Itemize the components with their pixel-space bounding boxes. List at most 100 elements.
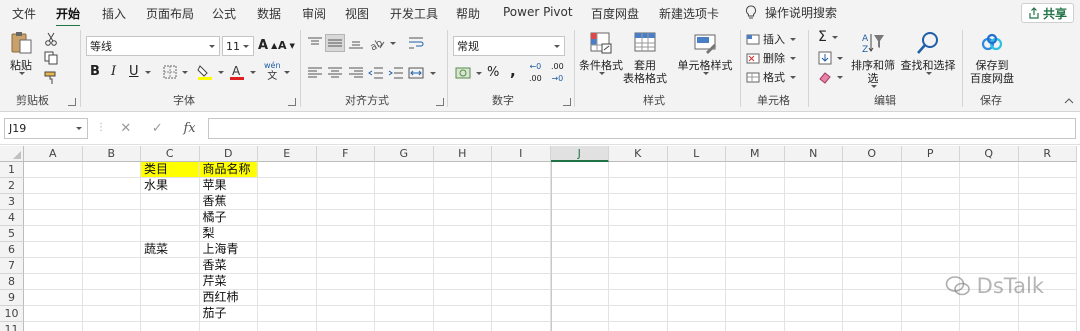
cell-k4[interactable]	[609, 210, 668, 226]
cell-i8[interactable]	[492, 274, 551, 290]
cell-e4[interactable]	[258, 210, 317, 226]
cell-q4[interactable]	[960, 210, 1019, 226]
insert-cells-button[interactable]: 插入	[746, 31, 796, 47]
wrap-text-icon[interactable]	[408, 36, 424, 50]
cell-e11[interactable]	[258, 322, 317, 331]
fill-button[interactable]	[818, 51, 843, 65]
cell-c10[interactable]	[141, 306, 200, 322]
cell-n4[interactable]	[784, 210, 843, 226]
column-header-e[interactable]: E	[258, 146, 317, 162]
cell-p2[interactable]	[901, 178, 960, 194]
cell-g1[interactable]	[375, 162, 434, 178]
cell-a6[interactable]	[24, 242, 83, 258]
alignment-launcher[interactable]	[436, 98, 444, 106]
cell-q2[interactable]	[960, 178, 1019, 194]
cell-e8[interactable]	[258, 274, 317, 290]
cell-j2[interactable]	[550, 178, 609, 194]
cell-a9[interactable]	[24, 290, 83, 306]
column-header-r[interactable]: R	[1018, 146, 1077, 162]
cell-g4[interactable]	[375, 210, 434, 226]
column-header-o[interactable]: O	[843, 146, 902, 162]
cell-l10[interactable]	[667, 306, 726, 322]
cell-l2[interactable]	[667, 178, 726, 194]
cell-p11[interactable]	[902, 322, 960, 331]
cell-f9[interactable]	[316, 290, 375, 306]
row-header-5[interactable]: 5	[0, 226, 24, 242]
decrease-indent-icon[interactable]	[368, 66, 384, 80]
cell-b5[interactable]	[82, 226, 141, 242]
cell-n10[interactable]	[784, 306, 843, 322]
row-header-10[interactable]: 10	[0, 306, 24, 322]
enter-icon[interactable]: ✓	[152, 121, 163, 136]
cell-l3[interactable]	[667, 194, 726, 210]
cell-l6[interactable]	[667, 242, 726, 258]
cell-d6[interactable]: 上海青	[199, 242, 258, 258]
cell-k2[interactable]	[609, 178, 668, 194]
cell-a3[interactable]	[24, 194, 83, 210]
tab-developer[interactable]: 开发工具	[390, 5, 438, 22]
column-header-p[interactable]: P	[901, 146, 960, 162]
cell-a11[interactable]	[24, 322, 83, 331]
cell-m6[interactable]	[726, 242, 785, 258]
cell-h3[interactable]	[433, 194, 492, 210]
cell-o5[interactable]	[843, 226, 902, 242]
align-center-icon[interactable]	[327, 66, 343, 80]
cell-f8[interactable]	[316, 274, 375, 290]
row-header-3[interactable]: 3	[0, 194, 24, 210]
cell-e6[interactable]	[258, 242, 317, 258]
cell-n9[interactable]	[784, 290, 843, 306]
cell-g2[interactable]	[375, 178, 434, 194]
cell-i9[interactable]	[492, 290, 551, 306]
cell-c5[interactable]	[141, 226, 200, 242]
copy-icon[interactable]	[44, 51, 58, 65]
cell-j10[interactable]	[550, 306, 609, 322]
cell-r5[interactable]	[1018, 226, 1077, 242]
cell-q10[interactable]	[960, 306, 1019, 322]
delete-cells-button[interactable]: 删除	[746, 50, 796, 66]
cell-g7[interactable]	[375, 258, 434, 274]
format-cells-button[interactable]: 格式	[746, 69, 796, 85]
merge-center-icon[interactable]	[408, 66, 424, 80]
tell-me-search[interactable]: 操作说明搜索	[745, 4, 837, 21]
column-header-d[interactable]: D	[199, 146, 258, 162]
cell-n1[interactable]	[784, 162, 843, 178]
cell-j8[interactable]	[550, 274, 609, 290]
cell-c11[interactable]	[141, 322, 200, 331]
tab-file[interactable]: 文件	[12, 5, 36, 22]
cell-r10[interactable]	[1018, 306, 1077, 322]
comma-style-button[interactable]: ,	[510, 62, 516, 80]
cell-g6[interactable]	[375, 242, 434, 258]
align-right-icon[interactable]	[348, 66, 364, 80]
number-format-select[interactable]: 常规	[453, 36, 565, 56]
cell-r4[interactable]	[1018, 210, 1077, 226]
tab-help[interactable]: 帮助	[456, 5, 480, 22]
cell-a1[interactable]	[24, 162, 83, 178]
cell-f2[interactable]	[316, 178, 375, 194]
cell-n7[interactable]	[784, 258, 843, 274]
cell-h2[interactable]	[433, 178, 492, 194]
cell-k9[interactable]	[609, 290, 668, 306]
formula-input[interactable]	[208, 118, 1076, 139]
cell-e1[interactable]	[258, 162, 317, 178]
cell-i7[interactable]	[492, 258, 551, 274]
cell-i5[interactable]	[492, 226, 551, 242]
cell-f3[interactable]	[316, 194, 375, 210]
borders-icon[interactable]	[162, 64, 178, 80]
cell-r2[interactable]	[1018, 178, 1077, 194]
cell-g9[interactable]	[375, 290, 434, 306]
phonetic-guide-button[interactable]: wén 文	[264, 62, 281, 82]
cell-b7[interactable]	[82, 258, 141, 274]
cell-a5[interactable]	[24, 226, 83, 242]
cell-c2[interactable]: 水果	[141, 178, 200, 194]
cell-n3[interactable]	[784, 194, 843, 210]
underline-button[interactable]: U	[129, 64, 139, 79]
cell-p3[interactable]	[901, 194, 960, 210]
cell-q7[interactable]	[960, 258, 1019, 274]
cell-g3[interactable]	[375, 194, 434, 210]
cell-j7[interactable]	[550, 258, 609, 274]
align-middle-icon[interactable]	[327, 36, 343, 50]
cell-a10[interactable]	[24, 306, 83, 322]
cell-o1[interactable]	[843, 162, 902, 178]
decrease-decimal-button[interactable]: .00 →0	[551, 62, 564, 83]
cell-i6[interactable]	[492, 242, 551, 258]
